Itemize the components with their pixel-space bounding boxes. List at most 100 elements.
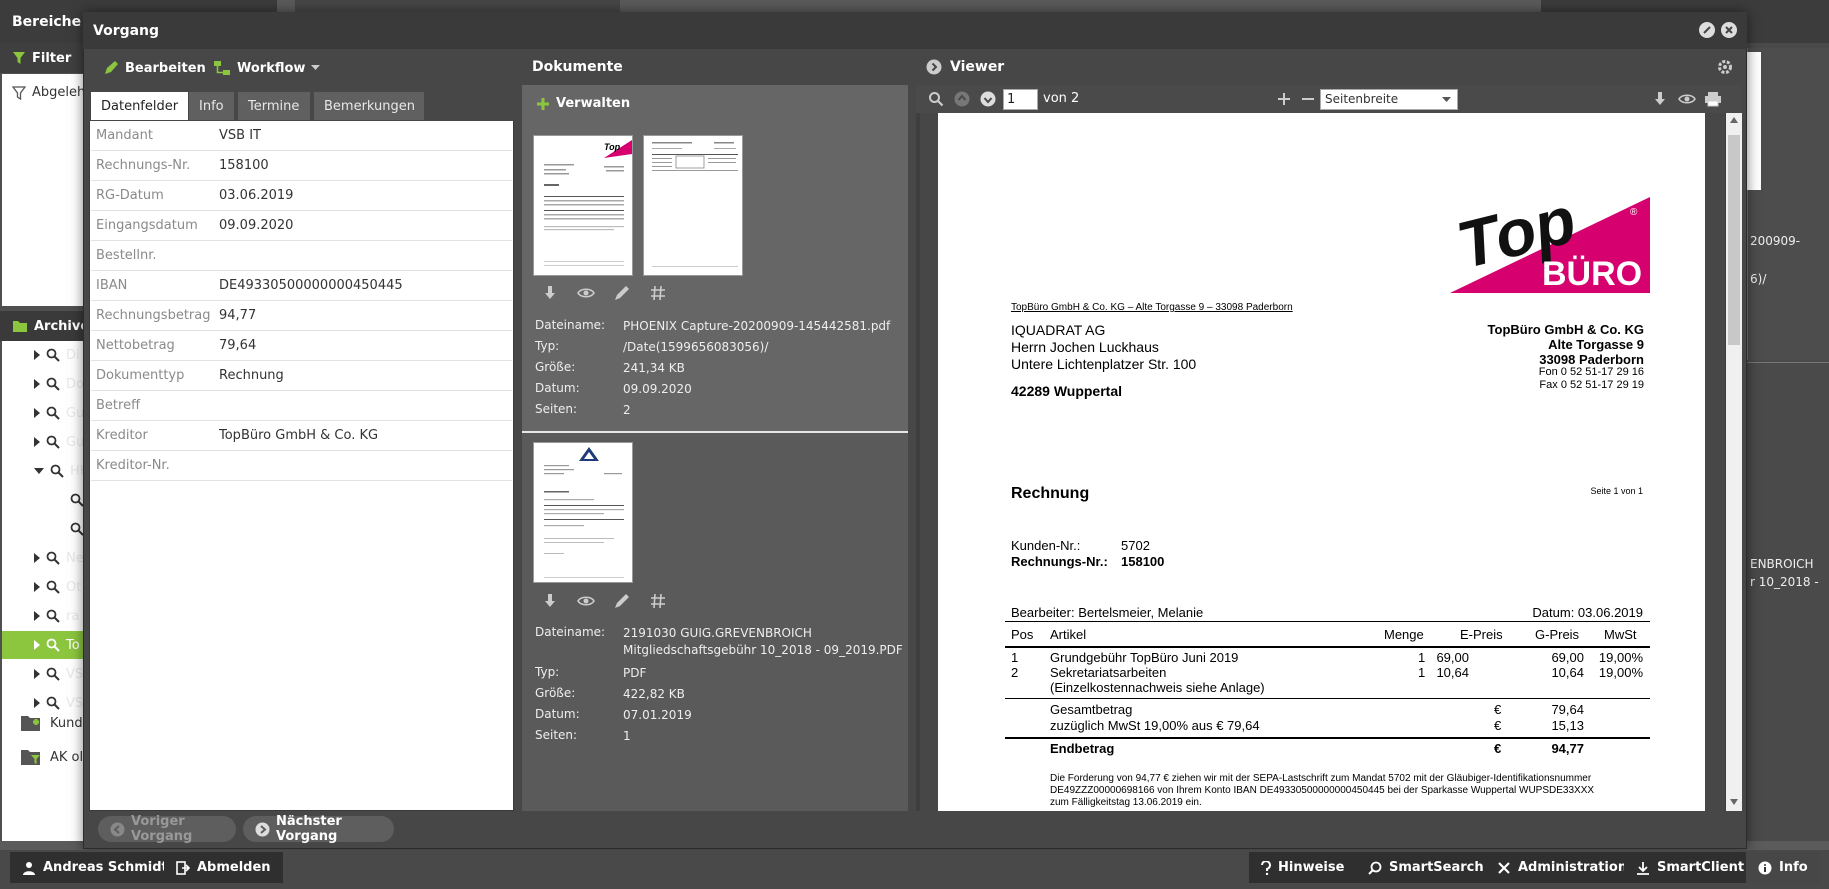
collapsed-caret-icon[interactable] [34,553,40,563]
table-rule [1005,737,1650,739]
field-row: Betreff [91,391,512,421]
sender-line: TopBüro GmbH & Co. KG – Alte Torgasse 9 … [1011,302,1293,313]
gear-icon[interactable] [1716,58,1734,76]
eye-icon[interactable] [577,284,595,302]
meta-label: Größe: [535,360,576,374]
search-icon [46,580,60,594]
info-button[interactable]: Info [1746,852,1820,883]
field-value[interactable]: 09.09.2020 [219,218,293,233]
next-vorgang-button[interactable]: Nächster Vorgang [243,814,394,844]
field-label: Mandant [96,128,153,143]
col-header: Pos [1011,627,1034,642]
collapsed-caret-icon[interactable] [34,640,40,650]
print-icon[interactable] [1704,91,1722,107]
logout-button[interactable]: Abmelden [164,852,283,883]
scroll-up-icon[interactable] [1729,116,1739,124]
background-tab[interactable] [430,0,620,12]
collapsed-caret-icon[interactable] [34,698,40,708]
previous-vorgang-button[interactable]: Voriger Vorgang [98,814,236,844]
field-row: Nettobetrag 79,64 [91,331,512,361]
zoom-select[interactable]: Seitenbreite [1320,89,1458,110]
manage-button[interactable]: Verwalten [536,96,630,111]
workflow-button[interactable]: Workflow [213,60,321,76]
field-row: Bestellnr. [91,241,512,271]
smartsearch-button[interactable]: SmartSearch [1356,852,1496,883]
page-number-input[interactable]: 1 [1003,89,1038,110]
document-thumbnail-page-2[interactable] [643,135,743,276]
zoom-in-icon[interactable] [1276,91,1292,107]
document-actions [541,592,667,610]
collapsed-caret-icon[interactable] [34,611,40,621]
tab-datenfelder[interactable]: Datenfelder [91,92,188,120]
field-value[interactable]: DE49330500000000450445 [219,278,403,293]
field-label: Bestellnr. [96,248,157,263]
field-value[interactable]: 158100 [219,158,269,173]
scroll-down-icon[interactable] [1729,798,1739,806]
eye-icon[interactable] [577,592,595,610]
background-tab[interactable] [295,0,445,12]
collapsed-caret-icon[interactable] [34,408,40,418]
user-button[interactable]: Andreas Schmidt [10,852,180,883]
collapsed-caret-icon[interactable] [34,350,40,360]
zoom-out-icon[interactable] [1300,91,1316,107]
search-icon[interactable] [928,91,944,107]
tab-info[interactable]: Info [189,92,234,120]
field-value[interactable]: Rechnung [219,368,284,383]
download-icon[interactable] [541,284,559,302]
tools-icon [1497,861,1511,875]
scrollbar-thumb[interactable] [1728,135,1740,345]
field-value[interactable]: VSB IT [219,128,261,143]
filter-item[interactable]: Abgeleh [12,85,85,100]
row-qty: 1 [1418,665,1426,680]
document-actions [541,284,667,302]
meta-label: Typ: [535,339,560,353]
pencil-icon[interactable] [613,284,631,302]
invoice-page: Top BÜRO ® TopBüro GmbH & Co. KG – Alte … [938,113,1705,811]
field-label: Nettobetrag [96,338,175,353]
download-icon[interactable] [1652,91,1668,107]
field-row: Rechnungsbetrag 94,77 [91,301,512,331]
field-value[interactable]: 94,77 [219,308,256,323]
expanded-caret-icon[interactable] [34,468,44,474]
hash-icon[interactable] [649,284,667,302]
right-text: 6)/ [1750,272,1767,286]
field-value[interactable]: TopBüro GmbH & Co. KG [219,428,378,443]
customer-no-label: Kunden-Nr.: [1011,538,1081,553]
tree-item-ak[interactable]: AK ol [20,747,83,767]
document-thumbnail-page-1[interactable]: Top [533,135,633,276]
invoice-no-label: Rechnungs-Nr.: [1011,554,1108,569]
eye-icon[interactable] [1678,91,1696,107]
download-icon[interactable] [541,592,559,610]
collapsed-caret-icon[interactable] [34,379,40,389]
document-thumbnail-page-1[interactable] [533,442,633,583]
smartclient-button[interactable]: SmartClient [1624,852,1757,883]
collapsed-caret-icon[interactable] [34,669,40,679]
hints-button[interactable]: Hinweise [1249,852,1357,883]
next-page-icon[interactable] [980,91,996,107]
collapsed-caret-icon[interactable] [34,582,40,592]
collapse-circle-icon[interactable] [926,59,942,75]
administration-button[interactable]: Administration [1485,852,1640,883]
tree-item-kunden[interactable]: Kund [20,713,83,733]
invoice-heading: Rechnung [1011,485,1090,502]
field-value[interactable]: 03.06.2019 [219,188,293,203]
previous-page-icon[interactable] [954,91,970,107]
pencil-icon[interactable] [613,592,631,610]
meta-label: Datum: [535,707,580,721]
document-pages: 1 [623,729,631,743]
close-button[interactable] [1721,22,1737,38]
hints-label: Hinweise [1278,860,1345,875]
topbuero-logo: Top BÜRO ® [1450,182,1650,293]
row-qty: 1 [1418,650,1426,665]
tab-bemerkungen[interactable]: Bemerkungen [314,92,424,120]
logo-buero-text: BÜRO [1542,255,1642,293]
edit-button[interactable]: Bearbeiten [103,60,206,76]
search-icon [70,493,84,507]
smartsearch-label: SmartSearch [1389,860,1484,875]
field-value[interactable]: 79,64 [219,338,256,353]
minimize-button[interactable] [1699,22,1715,38]
hash-icon[interactable] [649,592,667,610]
logout-label: Abmelden [197,860,271,875]
tab-termine[interactable]: Termine [238,92,310,120]
collapsed-caret-icon[interactable] [34,437,40,447]
